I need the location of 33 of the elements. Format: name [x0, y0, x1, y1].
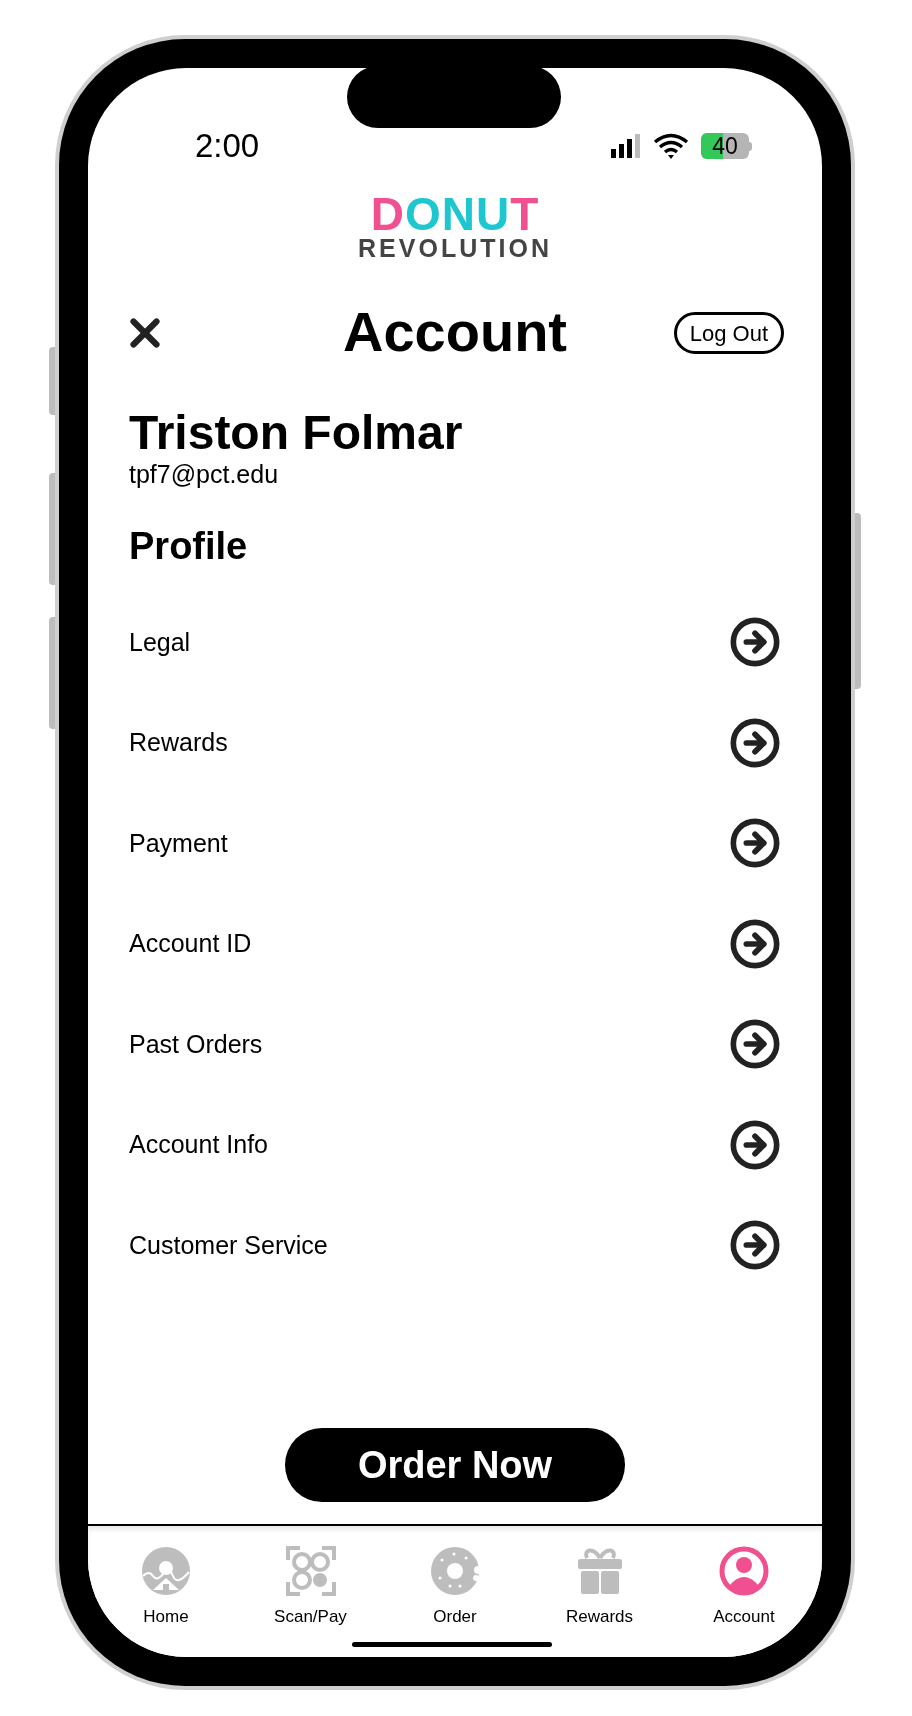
tab-item[interactable]: Scan/Pay — [250, 1546, 371, 1657]
menu-item[interactable]: Rewards — [129, 692, 781, 793]
wifi-icon — [653, 133, 689, 159]
menu-item[interactable]: Account ID — [129, 893, 781, 994]
donut-house-icon — [141, 1546, 191, 1596]
tab-item[interactable]: Home — [106, 1546, 226, 1657]
arrow-right-icon — [729, 716, 781, 769]
arrow-right-icon — [729, 616, 781, 669]
logo-subtitle: REVOLUTION — [358, 236, 552, 261]
tab-item[interactable]: Account — [684, 1546, 804, 1657]
arrow-right-icon — [729, 1219, 781, 1272]
donut-icon — [430, 1546, 480, 1596]
menu-item[interactable]: Past Orders — [129, 994, 781, 1095]
logo-title: DONUT — [370, 192, 540, 236]
qr-scan-icon — [285, 1546, 336, 1596]
signal-icon — [611, 134, 641, 158]
tab-item[interactable]: Rewards — [539, 1546, 660, 1657]
arrow-right-icon — [729, 1118, 781, 1171]
page-title: Account — [343, 299, 567, 365]
logout-button[interactable]: Log Out — [673, 312, 784, 354]
user-icon — [719, 1546, 769, 1596]
arrow-right-icon — [729, 917, 781, 970]
user-email: tpf7@pct.edu — [129, 460, 280, 488]
menu-item[interactable]: Legal — [129, 592, 781, 693]
arrow-right-icon — [729, 817, 781, 870]
arrow-right-icon — [729, 1018, 781, 1071]
user-name: Triston Folmar — [129, 406, 464, 460]
menu-item[interactable]: Customer Service — [129, 1195, 781, 1296]
section-heading: Profile — [129, 524, 249, 569]
status-time: 2:00 — [195, 126, 260, 167]
order-now-button[interactable]: Order Now — [285, 1428, 625, 1502]
menu-item[interactable]: Payment — [129, 793, 781, 894]
menu-item[interactable]: Account Info — [129, 1094, 781, 1195]
